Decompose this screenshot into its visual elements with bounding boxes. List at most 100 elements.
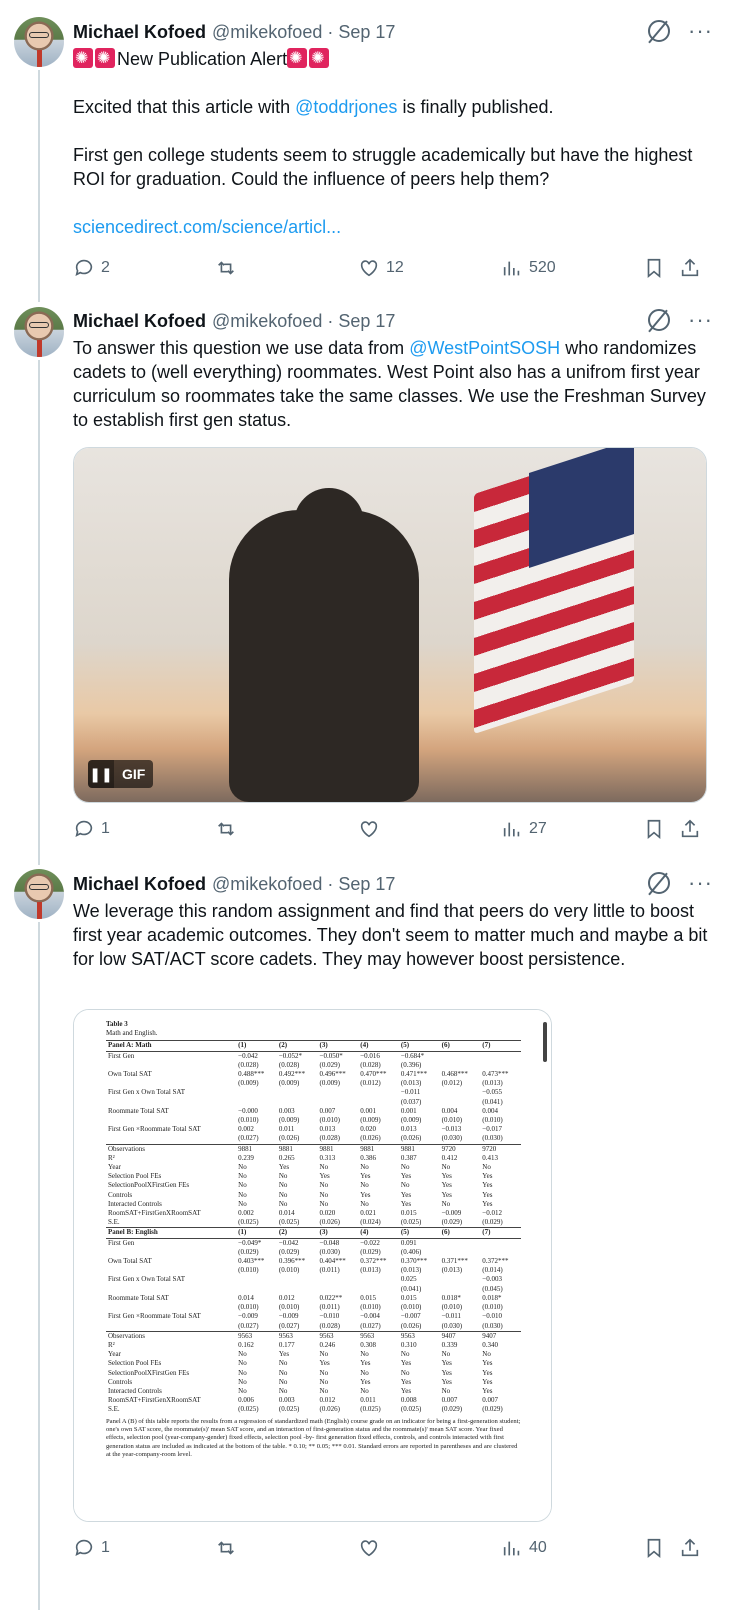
- gif-image[interactable]: ❚❚ GIF: [74, 448, 706, 802]
- avatar[interactable]: [14, 869, 64, 919]
- article-link[interactable]: sciencedirect.com/science/articl...: [73, 215, 713, 239]
- bookmark-button[interactable]: [643, 818, 665, 840]
- table-cell: No: [319, 1181, 329, 1190]
- table-cell: [318, 1098, 359, 1107]
- avatar[interactable]: [14, 307, 64, 357]
- table-cell: (7): [480, 1040, 521, 1052]
- table-cell: 0.403***: [238, 1257, 265, 1266]
- row-label: [106, 1134, 236, 1144]
- row-label: First Gen ×Roommate Total SAT: [108, 1312, 201, 1321]
- share-icon: [681, 1538, 699, 1557]
- avatar[interactable]: [14, 17, 64, 67]
- tweet[interactable]: Michael Kofoed @mikekofoed · Sep 17 ··· …: [0, 300, 738, 860]
- repost-button[interactable]: [215, 257, 237, 279]
- reply-button[interactable]: 1: [73, 818, 110, 840]
- table-cell: (0.025): [400, 1218, 422, 1227]
- mention-link[interactable]: @toddrjones: [295, 97, 397, 117]
- row-label: [106, 1098, 236, 1107]
- author-handle[interactable]: @mikekofoed · Sep 17: [212, 311, 395, 332]
- author-name[interactable]: Michael Kofoed: [73, 311, 206, 332]
- table-image[interactable]: Table 3 Math and English. Panel A: Math(…: [73, 1009, 552, 1522]
- table-cell: [480, 1061, 521, 1070]
- grok-icon[interactable]: [648, 309, 671, 331]
- like-button[interactable]: [358, 818, 380, 840]
- author-handle[interactable]: @mikekofoed · Sep 17: [212, 22, 395, 43]
- author-name[interactable]: Michael Kofoed: [73, 22, 206, 43]
- author-handle[interactable]: @mikekofoed · Sep 17: [212, 874, 395, 895]
- table-cell: 0.177: [278, 1340, 295, 1349]
- table-cell: (0.025): [238, 1218, 259, 1227]
- grok-icon[interactable]: [648, 872, 671, 894]
- table-note: Panel A (B) of this table reports the re…: [106, 1417, 521, 1459]
- more-icon[interactable]: ···: [688, 309, 713, 331]
- gif-media[interactable]: ❚❚ GIF: [73, 447, 707, 803]
- like-button[interactable]: [358, 1537, 380, 1559]
- table-cell: Yes: [441, 1190, 452, 1199]
- table-cell: (0.037): [400, 1097, 422, 1106]
- table-cell: No: [360, 1368, 369, 1377]
- table-cell: (0.028): [319, 1134, 340, 1143]
- table-cell: [236, 1088, 277, 1097]
- table-cell: No: [238, 1181, 247, 1190]
- table-cell: (0.010): [441, 1116, 463, 1125]
- row-label: Interacted Controls: [108, 1386, 162, 1395]
- table-cell: No: [360, 1163, 369, 1172]
- share-button[interactable]: [679, 1537, 701, 1559]
- table-cell: No: [278, 1368, 288, 1377]
- table-cell: 0.413: [482, 1153, 499, 1162]
- table-cell: (0.406): [400, 1247, 422, 1256]
- table-cell: (0.024): [360, 1218, 381, 1227]
- table-cell: [277, 1285, 318, 1294]
- table-row: (0.037) (0.041): [106, 1098, 521, 1107]
- share-icon: [681, 819, 699, 838]
- table-cell: −0.009: [278, 1312, 299, 1321]
- like-button[interactable]: 12: [358, 257, 404, 279]
- grok-icon[interactable]: [648, 20, 671, 42]
- more-icon[interactable]: ···: [688, 20, 713, 42]
- repost-button[interactable]: [215, 818, 237, 840]
- views-button[interactable]: 27: [501, 818, 547, 840]
- table-cell: (0.029): [360, 1247, 381, 1256]
- tweet[interactable]: Michael Kofoed @mikekofoed · Sep 17 ··· …: [0, 0, 738, 300]
- row-label: Panel B: English: [106, 1227, 237, 1239]
- repost-button[interactable]: [215, 1537, 237, 1559]
- table-cell: No: [441, 1199, 451, 1208]
- more-icon[interactable]: ···: [688, 872, 713, 894]
- bookmark-button[interactable]: [643, 257, 665, 279]
- views-button[interactable]: 520: [501, 257, 556, 279]
- reply-button[interactable]: 1: [73, 1537, 110, 1559]
- mention-link[interactable]: @WestPointSOSH: [409, 338, 560, 358]
- table-cell: No: [238, 1172, 247, 1181]
- table-cell: (5): [398, 1040, 440, 1052]
- bookmark-button[interactable]: [643, 1537, 665, 1559]
- share-button[interactable]: [679, 818, 701, 840]
- table-cell: (0.025): [400, 1405, 422, 1414]
- table-cell: No: [319, 1386, 329, 1395]
- row-label: Roommate Total SAT: [108, 1293, 169, 1302]
- table-cell: 0.002: [238, 1125, 254, 1134]
- tweet[interactable]: Michael Kofoed @mikekofoed · Sep 17 ··· …: [0, 862, 738, 1610]
- table-cell: No: [238, 1163, 247, 1172]
- table-cell: No: [319, 1368, 329, 1377]
- views-icon: [503, 261, 520, 276]
- author-name[interactable]: Michael Kofoed: [73, 874, 206, 895]
- table-cell: [480, 1248, 521, 1257]
- gif-badge[interactable]: ❚❚ GIF: [88, 760, 154, 788]
- views-button[interactable]: 40: [501, 1537, 547, 1559]
- table-cell: 0.370***: [400, 1257, 428, 1266]
- row-label: Year: [108, 1350, 121, 1359]
- row-label: First Gen x Own Total SAT: [108, 1275, 185, 1284]
- table-cell: 9563: [317, 1330, 359, 1341]
- row-label: First Gen: [106, 1050, 237, 1061]
- reply-button[interactable]: 2: [73, 257, 110, 279]
- table-cell: (0.026): [400, 1134, 422, 1143]
- table-cell: No: [360, 1199, 369, 1208]
- row-label: Observations: [106, 1330, 237, 1341]
- table-cell: (0.027): [360, 1321, 381, 1330]
- pause-icon[interactable]: ❚❚: [88, 760, 114, 788]
- table-cell: No: [278, 1386, 288, 1395]
- table-cell: No: [360, 1181, 369, 1190]
- table-cell: (0.026): [319, 1405, 340, 1414]
- table-cell: (0.029): [482, 1405, 503, 1414]
- share-button[interactable]: [679, 257, 701, 279]
